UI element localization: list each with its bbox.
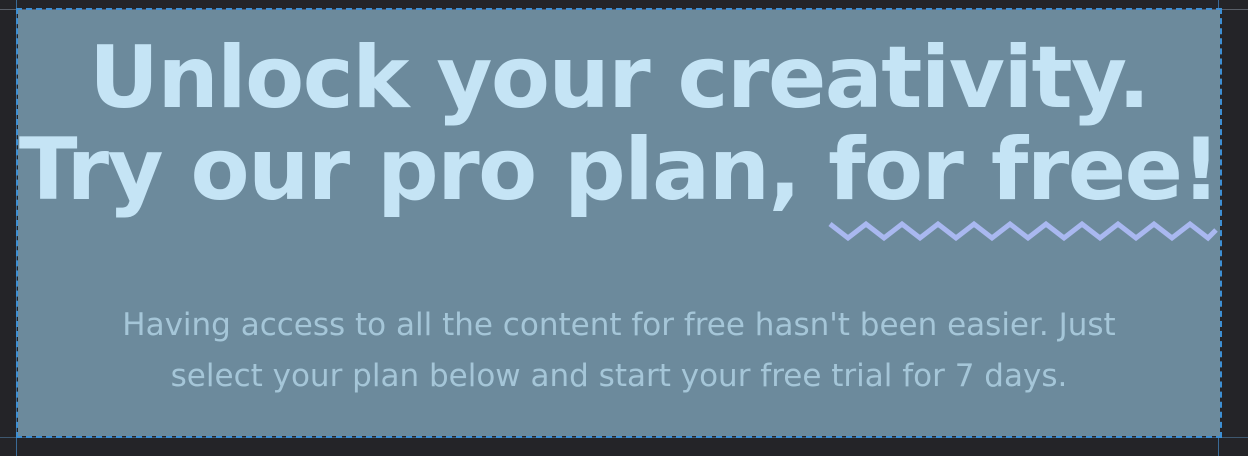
hero-subtitle: Having access to all the content for fre… (122, 307, 1116, 394)
headline-highlight: for free! (828, 124, 1220, 242)
headline-highlight-text: for free! (828, 120, 1220, 220)
squiggle-underline-icon (828, 220, 1218, 242)
canvas-stage: Unlock your creativity. Try our pro plan… (0, 0, 1248, 456)
headline-line-1: Unlock your creativity. (89, 28, 1150, 128)
headline-line-2: Try our pro plan, for free! (18, 124, 1220, 242)
frame-guide-bottom (0, 437, 1248, 438)
frame-guide-left (16, 0, 17, 456)
hero-headline: Unlock your creativity. Try our pro plan… (18, 28, 1220, 242)
hero-section[interactable]: Unlock your creativity. Try our pro plan… (16, 8, 1222, 438)
headline-line-2-prefix: Try our pro plan, (18, 120, 829, 220)
